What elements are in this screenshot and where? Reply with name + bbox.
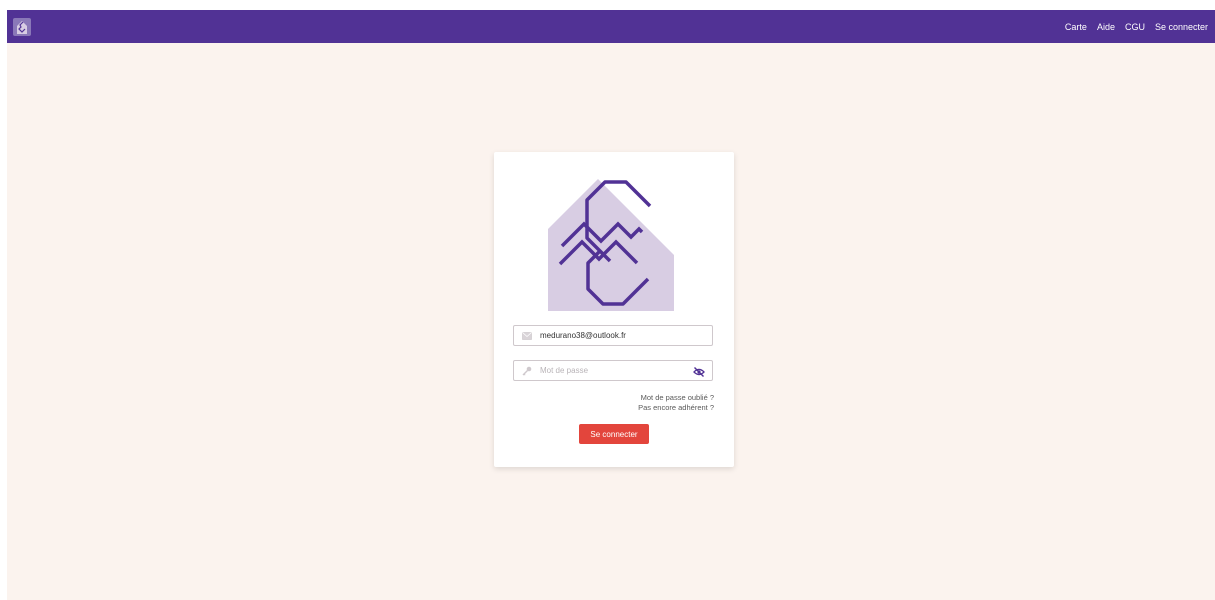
app-logo-icon[interactable]: [12, 17, 32, 37]
brand-logo: [548, 179, 674, 311]
login-links: Mot de passe oublié ? Pas encore adhéren…: [638, 393, 714, 413]
email-input[interactable]: [538, 330, 692, 341]
password-field[interactable]: [513, 360, 713, 381]
eye-slash-icon[interactable]: [693, 365, 705, 377]
nav-link-carte[interactable]: Carte: [1060, 22, 1092, 32]
forgot-password-link[interactable]: Mot de passe oublié ?: [638, 393, 714, 403]
top-nav: Carte Aide CGU Se connecter: [1060, 22, 1213, 32]
password-input[interactable]: [538, 365, 692, 376]
email-field[interactable]: [513, 325, 713, 346]
top-navbar: Carte Aide CGU Se connecter: [7, 10, 1215, 43]
key-icon: [520, 366, 534, 376]
page-frame: Carte Aide CGU Se connecter medurano38@o…: [7, 10, 1215, 600]
nav-link-cgu[interactable]: CGU: [1120, 22, 1150, 32]
login-submit-button[interactable]: Se connecter: [579, 424, 649, 444]
signup-link[interactable]: Pas encore adhérent ?: [638, 403, 714, 413]
envelope-icon: [520, 331, 534, 340]
login-card: Mot de passe oublié ? Pas encore adhéren…: [494, 152, 734, 467]
nav-link-aide[interactable]: Aide: [1092, 22, 1120, 32]
nav-link-se-connecter[interactable]: Se connecter: [1150, 22, 1213, 32]
